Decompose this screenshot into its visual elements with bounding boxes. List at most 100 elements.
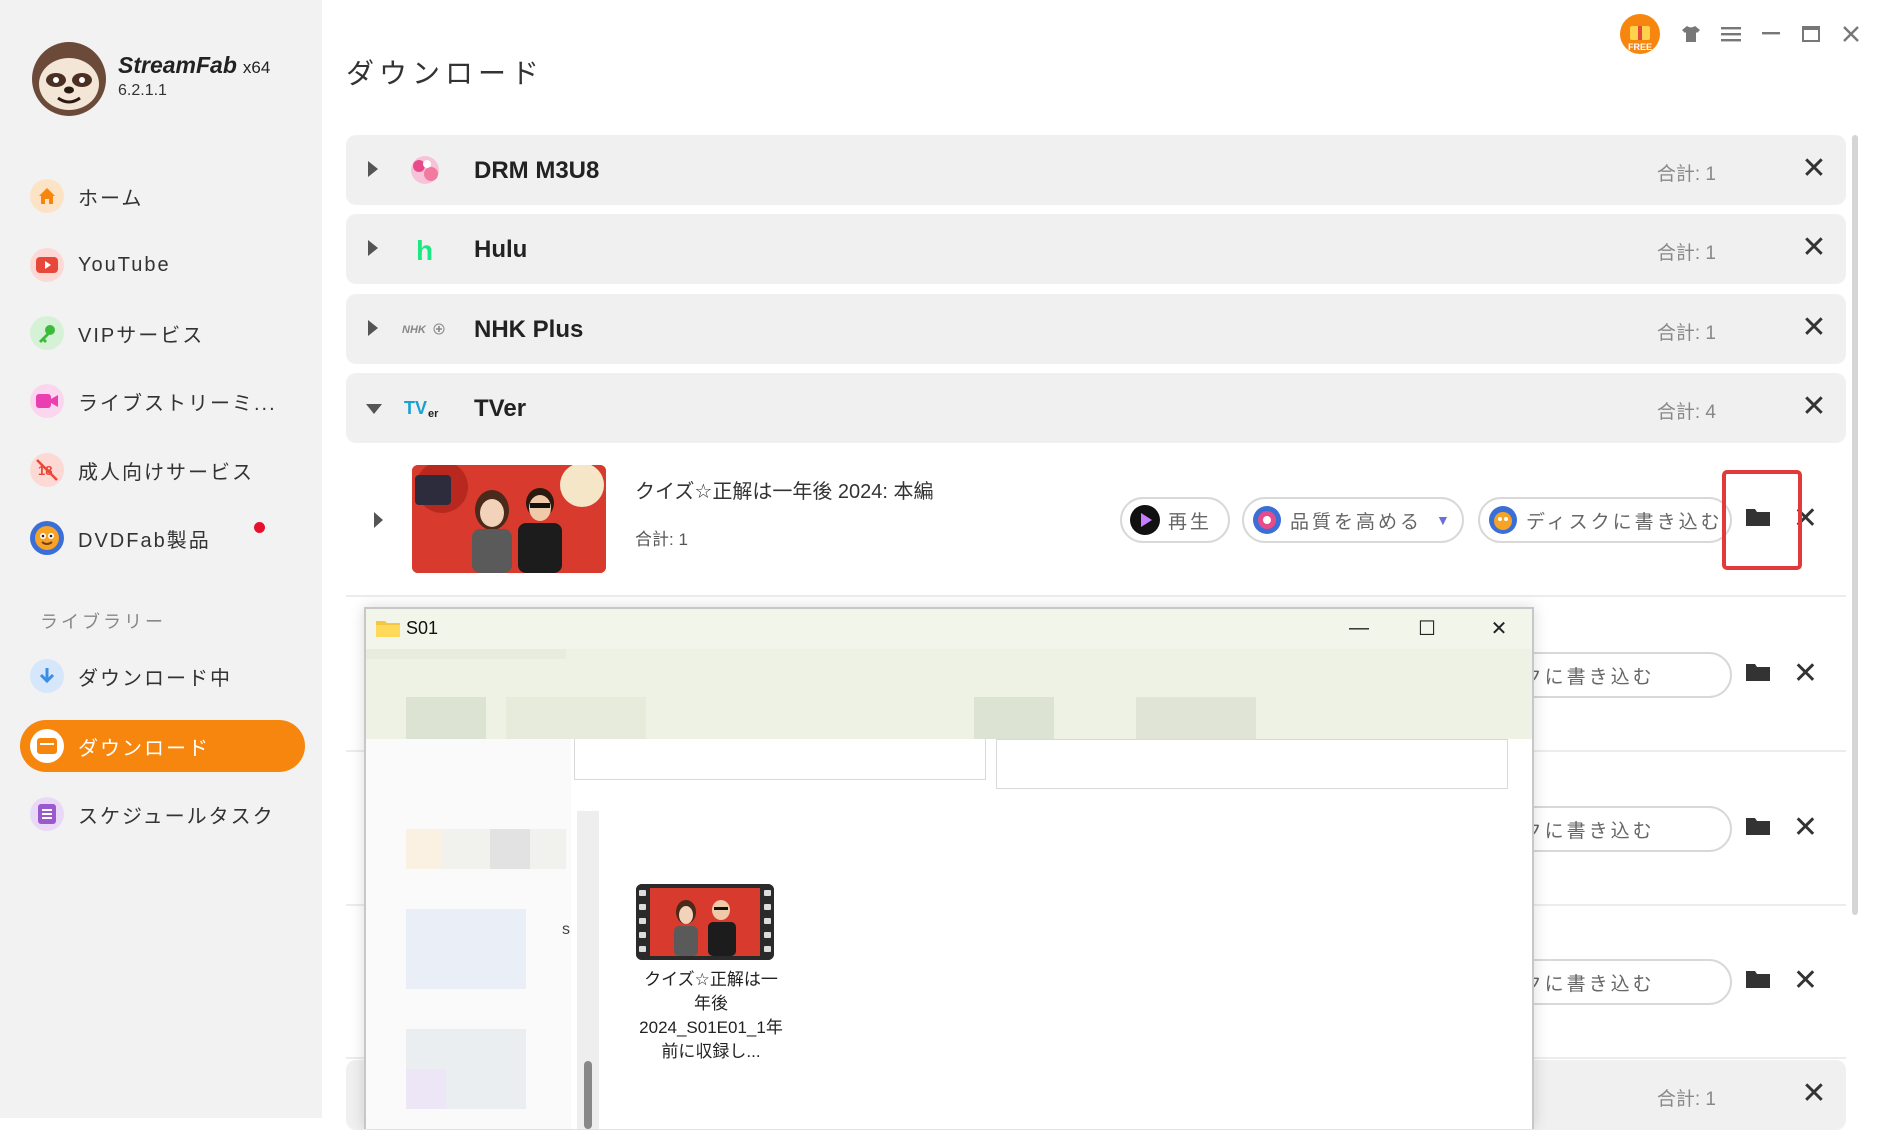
sidebar-item-label: 成人向けサービス [78, 461, 254, 484]
group-total: 合計: 1 [1656, 323, 1716, 344]
tshirt-skin-icon[interactable] [1680, 23, 1702, 45]
window-controls: FREE [1618, 12, 1862, 56]
hulu-icon: h [406, 231, 444, 267]
notification-dot [254, 522, 265, 533]
free-gift-icon[interactable]: FREE [1618, 12, 1662, 56]
nhk-plus-icon: NHK [402, 311, 450, 347]
svg-text:NHK: NHK [402, 324, 427, 336]
group-total: 合計: 1 [1656, 164, 1716, 185]
main-scrollbar[interactable] [1852, 135, 1858, 915]
explorer-nav-scrollbar[interactable] [577, 811, 599, 1129]
downloaded-folder-icon [30, 729, 64, 763]
sidebar-item-label: ダウンロード [78, 737, 210, 760]
menu-icon[interactable] [1720, 23, 1742, 45]
play-icon [1130, 505, 1160, 535]
sidebar-item-downloaded[interactable]: ダウンロード [20, 720, 305, 772]
quality-enhance-icon [1252, 505, 1282, 535]
app-version: 6.2.1.1 [118, 82, 167, 99]
sidebar-item-label: ライブストリーミ... [78, 392, 277, 415]
episode-row[interactable]: クイズ☆正解は一年後 2024: 本編 合計: 1 再生 品質を高める ▼ ディ… [346, 445, 1846, 597]
group-hulu[interactable]: h Hulu 合計: 1 ✕ [346, 214, 1846, 284]
chevron-down-icon: ▼ [1436, 512, 1450, 528]
download-arrow-icon [30, 659, 64, 693]
explorer-maximize-icon[interactable]: ☐ [1402, 613, 1452, 643]
adult-18-icon: 18 [30, 453, 64, 487]
episode-thumbnail [412, 465, 606, 573]
play-button[interactable]: 再生 [1120, 497, 1230, 543]
explorer-address-bar[interactable] [574, 739, 986, 780]
episode-title: クイズ☆正解は一年後 2024: 本編 [635, 481, 934, 503]
sidebar-item-youtube[interactable]: YouTube [20, 239, 305, 291]
folder-icon [376, 621, 400, 637]
group-total: 合計: 1 [1656, 243, 1716, 264]
file-explorer-window: S01 — ☐ ✕ s クイズ☆正解は一年後 2024_S01E01_1年前に収… [364, 607, 1534, 1129]
maximize-icon[interactable] [1800, 23, 1822, 45]
sidebar-item-schedule[interactable]: スケジュールタスク [20, 788, 305, 840]
sidebar-item-label: ダウンロード中 [78, 667, 232, 690]
episode-total: 合計: 1 [635, 530, 688, 549]
explorer-title: S01 [406, 618, 439, 638]
drm-m3u8-icon [406, 152, 444, 188]
explorer-search-box[interactable] [996, 739, 1508, 789]
group-name: TVer [474, 395, 527, 422]
remove-group-button[interactable]: ✕ [1800, 233, 1828, 263]
close-icon[interactable] [1840, 23, 1862, 45]
open-folder-button[interactable] [1746, 969, 1776, 995]
remove-group-button[interactable]: ✕ [1800, 1079, 1828, 1109]
remove-group-button[interactable]: ✕ [1800, 392, 1828, 422]
explorer-ribbon-blurred [366, 649, 1532, 739]
page-title: ダウンロード [346, 57, 545, 90]
svg-text:h: h [416, 235, 433, 264]
svg-text:FREE: FREE [1628, 42, 1652, 52]
video-file-name: クイズ☆正解は一年後 2024_S01E01_1年前に収録し... [639, 970, 783, 1061]
sidebar-item-dvdfab[interactable]: DVDFab製品 [20, 512, 305, 564]
remove-item-button[interactable]: ✕ [1793, 810, 1818, 845]
schedule-list-icon [30, 797, 64, 831]
video-file-thumbnail [636, 884, 774, 960]
expand-arrow-icon[interactable] [368, 240, 378, 256]
burn-label: ディスクに書き込む [1526, 511, 1723, 533]
remove-item-button[interactable]: ✕ [1793, 963, 1818, 998]
live-camera-icon [30, 384, 64, 418]
library-section-label: ライブラリー [40, 612, 166, 632]
remove-group-button[interactable]: ✕ [1800, 154, 1828, 184]
dvdfab-icon [30, 521, 64, 555]
sidebar: StreamFab x64 6.2.1.1 ホーム YouTube VIPサービス… [0, 0, 322, 1118]
sidebar-item-label: VIPサービス [78, 324, 205, 347]
remove-group-button[interactable]: ✕ [1800, 313, 1828, 343]
sidebar-item-label: DVDFab製品 [78, 529, 211, 552]
sidebar-item-live[interactable]: ライブストリーミ... [20, 375, 305, 427]
explorer-title-bar[interactable]: S01 — ☐ ✕ [366, 609, 1532, 649]
minimize-icon[interactable] [1760, 23, 1782, 45]
sidebar-item-downloading[interactable]: ダウンロード中 [20, 650, 305, 702]
enhance-quality-dropdown[interactable]: 品質を高める ▼ [1242, 497, 1464, 543]
open-folder-button[interactable] [1746, 816, 1776, 842]
group-tver[interactable]: TV er TVer 合計: 4 ✕ [346, 373, 1846, 443]
explorer-minimize-icon[interactable]: — [1334, 613, 1384, 643]
nav-text-fragment: s [562, 921, 570, 938]
burn-disc-button[interactable]: ディスクに書き込む [1478, 497, 1732, 543]
svg-text:er: er [428, 408, 439, 420]
sidebar-item-label: YouTube [78, 253, 171, 276]
streamfab-logo [32, 42, 106, 116]
app-name: StreamFab x64 [118, 52, 271, 78]
svg-text:18: 18 [38, 463, 52, 478]
expand-arrow-icon[interactable] [368, 320, 378, 336]
svg-text:TV: TV [404, 398, 427, 418]
expand-arrow-icon[interactable] [368, 161, 378, 177]
group-nhk-plus[interactable]: NHK NHK Plus 合計: 1 ✕ [346, 294, 1846, 364]
remove-item-button[interactable]: ✕ [1793, 656, 1818, 691]
expand-arrow-icon[interactable] [374, 512, 383, 528]
group-total: 合計: 4 [1656, 402, 1716, 423]
collapse-arrow-icon[interactable] [366, 404, 382, 414]
sidebar-item-adult[interactable]: 18 成人向けサービス [20, 444, 305, 496]
tver-icon: TV er [404, 390, 448, 426]
sidebar-item-vip[interactable]: VIPサービス [20, 307, 305, 359]
explorer-close-icon[interactable]: ✕ [1474, 613, 1524, 643]
key-icon [30, 316, 64, 350]
folder-highlight-box [1722, 470, 1802, 570]
open-folder-button[interactable] [1746, 662, 1776, 688]
sidebar-item-home[interactable]: ホーム [20, 170, 305, 222]
play-label: 再生 [1168, 511, 1213, 533]
group-drm-m3u8[interactable]: DRM M3U8 合計: 1 ✕ [346, 135, 1846, 205]
